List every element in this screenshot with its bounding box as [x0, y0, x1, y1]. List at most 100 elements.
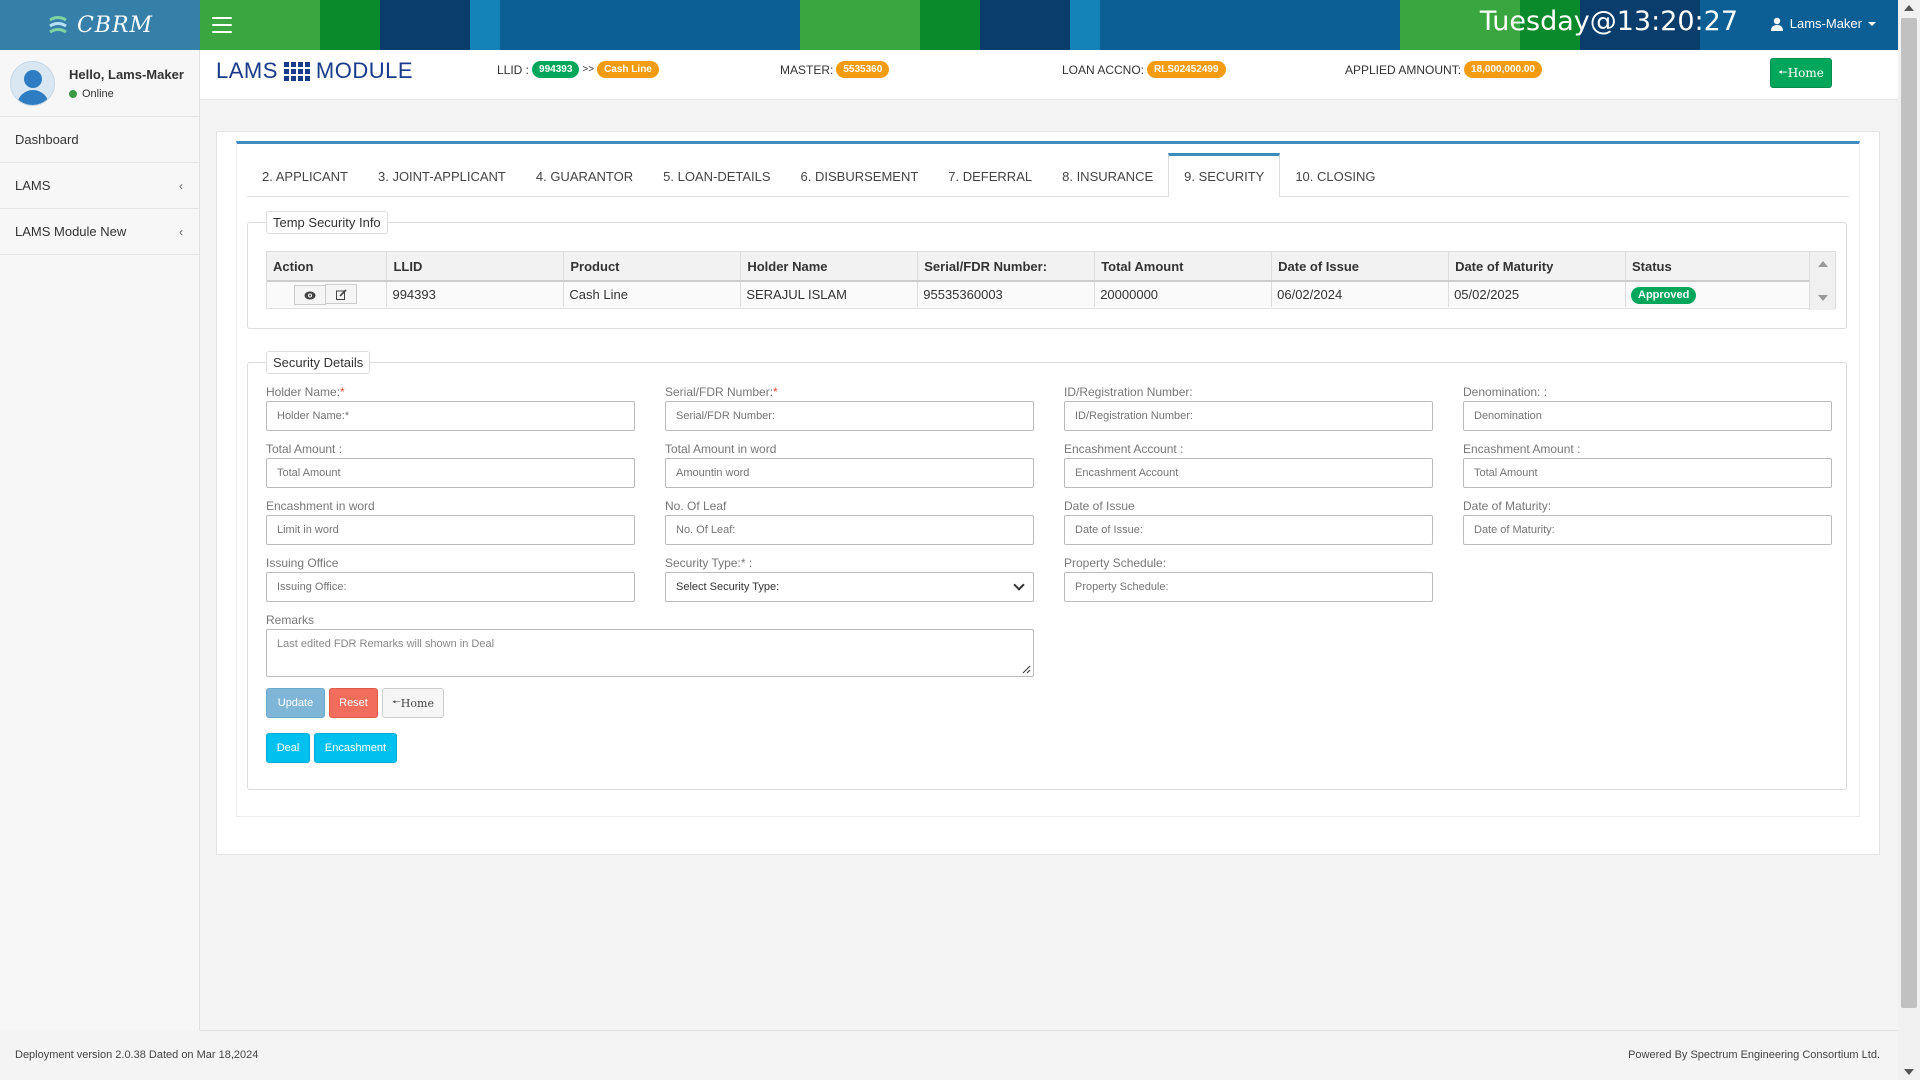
- llid-label: LLID :: [497, 62, 530, 77]
- scroll-down-icon[interactable]: [1818, 295, 1828, 301]
- avatar: [10, 60, 55, 106]
- denomination-input[interactable]: [1463, 401, 1832, 431]
- master-badge: 5535360: [836, 61, 890, 78]
- product-badge: Cash Line: [597, 61, 659, 78]
- footer-version: Deployment version 2.0.38 Dated on Mar 1…: [15, 1049, 259, 1061]
- serial-fdr-input[interactable]: [665, 401, 1034, 431]
- encashment-account-input[interactable]: [1064, 458, 1433, 488]
- sidebar-item-label: Dashboard: [15, 132, 79, 147]
- tab-joint-applicant[interactable]: 3. JOINT-APPLICANT: [363, 153, 521, 197]
- chevron-down-icon: [1013, 579, 1025, 591]
- scroll-up-icon[interactable]: [1904, 5, 1914, 11]
- main-content-box: 2. APPLICANT 3. JOINT-APPLICANT 4. GUARA…: [216, 131, 1880, 855]
- col-status[interactable]: Status: [1625, 252, 1811, 282]
- col-date-of-maturity[interactable]: Date of Maturity: [1448, 252, 1626, 282]
- home-button-header[interactable]: 🠔 Home: [1770, 58, 1832, 88]
- sidebar-item-lams-module-new[interactable]: LAMS Module New ‹: [0, 209, 199, 255]
- loan-accno-field: LOAN ACCNO: RLS02452499: [1062, 61, 1226, 78]
- arrow-left-icon: 🠔: [392, 696, 401, 708]
- date-of-maturity-input[interactable]: [1463, 515, 1832, 545]
- clock-display: Tuesday@13:20:27: [1479, 6, 1738, 37]
- no-of-leaf-input[interactable]: [665, 515, 1034, 545]
- temp-security-table: Action LLID Product Holder Name Serial/F…: [267, 252, 1811, 307]
- tab-loan-details[interactable]: 5. LOAN-DETAILS: [648, 153, 785, 197]
- cell-date-of-issue: 06/02/2024: [1271, 281, 1450, 307]
- encashment-amount-label: Encashment Amount :: [1463, 442, 1581, 456]
- cell-date-of-maturity: 05/02/2025: [1448, 281, 1626, 307]
- tab-guarantor[interactable]: 4. GUARANTOR: [521, 153, 648, 197]
- col-product[interactable]: Product: [563, 252, 742, 282]
- encashment-amount-input[interactable]: [1463, 458, 1832, 488]
- reset-button[interactable]: Reset: [329, 688, 378, 718]
- col-serial-fdr[interactable]: Serial/FDR Number:: [917, 252, 1096, 282]
- title-left: LAMS: [216, 58, 278, 83]
- remarks-textarea[interactable]: Last edited FDR Remarks will shown in De…: [266, 629, 1034, 677]
- table-row[interactable]: 994393 Cash Line SERAJUL ISLAM 955353600…: [267, 281, 1811, 307]
- sidebar-item-lams[interactable]: LAMS ‹: [0, 163, 199, 209]
- total-amount-input[interactable]: [266, 458, 635, 488]
- content-header: LAMS MODULE LLID : 994393 >> Cash Line M…: [200, 50, 1898, 100]
- arrow-left-icon: 🠔: [1778, 65, 1788, 79]
- scrollbar-thumb[interactable]: [1901, 18, 1917, 1008]
- applied-amount-label: APPLIED AMNOUNT:: [1345, 62, 1462, 77]
- chevron-left-icon: ‹: [179, 178, 183, 193]
- property-schedule-input[interactable]: [1064, 572, 1433, 602]
- edit-button[interactable]: [325, 284, 357, 304]
- logo-icon: [49, 16, 67, 34]
- temp-security-table-wrap: Action LLID Product Holder Name Serial/F…: [266, 251, 1836, 310]
- loan-accno-badge: RLS02452499: [1147, 61, 1226, 78]
- tab-applicant[interactable]: 2. APPLICANT: [247, 153, 363, 197]
- page-scrollbar[interactable]: [1898, 0, 1920, 1080]
- security-panel: 2. APPLICANT 3. JOINT-APPLICANT 4. GUARA…: [236, 141, 1860, 817]
- col-total-amount[interactable]: Total Amount: [1094, 252, 1273, 282]
- view-button[interactable]: [294, 285, 326, 305]
- encashment-word-input[interactable]: [266, 515, 635, 545]
- resize-handle-icon[interactable]: [1021, 664, 1031, 674]
- sidebar-item-dashboard[interactable]: Dashboard: [0, 117, 199, 163]
- eye-icon: [304, 291, 316, 299]
- date-of-maturity-label: Date of Maturity:: [1463, 499, 1552, 513]
- home-button-label: Home: [400, 696, 434, 710]
- llid-field: LLID : 994393 >> Cash Line: [497, 61, 659, 78]
- tab-disbursement[interactable]: 6. DISBURSEMENT: [786, 153, 934, 197]
- security-type-selected: Select Security Type:: [676, 581, 780, 593]
- cell-serial-fdr: 95535360003: [917, 281, 1096, 307]
- col-date-of-issue[interactable]: Date of Issue: [1271, 252, 1450, 282]
- caret-down-icon: [1868, 21, 1876, 26]
- total-amount-word-input[interactable]: [665, 458, 1034, 488]
- col-action[interactable]: Action: [267, 252, 388, 282]
- home-button[interactable]: 🠔 Home: [382, 688, 444, 718]
- total-amount-word-label: Total Amount in word: [665, 442, 777, 456]
- holder-name-input[interactable]: [266, 401, 635, 431]
- app-logo[interactable]: CBRM: [0, 0, 200, 50]
- id-registration-input[interactable]: [1064, 401, 1433, 431]
- encashment-button[interactable]: Encashment: [314, 733, 397, 763]
- security-type-select[interactable]: Select Security Type:: [665, 572, 1034, 602]
- col-holder-name[interactable]: Holder Name: [740, 252, 919, 282]
- scroll-up-icon[interactable]: [1818, 261, 1828, 267]
- tab-security[interactable]: 9. SECURITY: [1168, 153, 1281, 197]
- edit-icon: [335, 288, 347, 300]
- cell-llid: 994393: [386, 281, 565, 307]
- encashment-word-label: Encashment in word: [266, 499, 375, 513]
- temp-security-fieldset: Temp Security Info Action LLID Product H…: [247, 211, 1847, 329]
- tab-closing[interactable]: 10. CLOSING: [1280, 153, 1390, 197]
- user-panel: Hello, Lams-Maker Online: [0, 50, 199, 117]
- tab-insurance[interactable]: 8. INSURANCE: [1047, 153, 1168, 197]
- col-llid[interactable]: LLID: [386, 252, 565, 282]
- update-button[interactable]: Update: [266, 688, 325, 718]
- scroll-down-icon[interactable]: [1904, 1069, 1914, 1075]
- table-scrollbar[interactable]: [1809, 252, 1835, 310]
- llid-separator: >>: [582, 64, 595, 75]
- issuing-office-input[interactable]: [266, 572, 635, 602]
- sidebar-toggle-button[interactable]: [210, 13, 234, 37]
- tab-deferral[interactable]: 7. DEFERRAL: [933, 153, 1047, 197]
- security-type-label: Security Type:* :: [665, 556, 753, 570]
- user-menu-dropdown[interactable]: Lams-Maker: [1770, 16, 1876, 31]
- date-of-issue-input[interactable]: [1064, 515, 1433, 545]
- master-field: MASTER: 5535360: [780, 61, 890, 78]
- cell-total-amount: 20000000: [1094, 281, 1273, 307]
- sidebar-item-label: LAMS: [15, 178, 51, 193]
- id-registration-label: ID/Registration Number:: [1064, 385, 1193, 399]
- deal-button[interactable]: Deal: [266, 733, 310, 763]
